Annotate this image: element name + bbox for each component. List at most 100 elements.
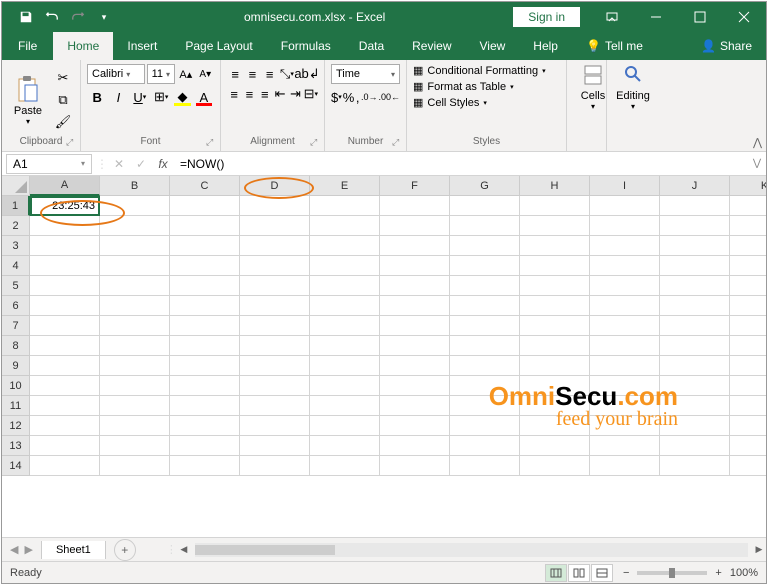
cell-D2[interactable]: [240, 216, 310, 236]
cell-I7[interactable]: [590, 316, 660, 336]
align-bottom-icon[interactable]: ≡: [262, 64, 278, 84]
cell-K4[interactable]: [730, 256, 766, 276]
horizontal-scrollbar[interactable]: [195, 543, 748, 557]
cell-K11[interactable]: [730, 396, 766, 416]
tab-home[interactable]: Home: [53, 32, 113, 60]
cell-I6[interactable]: [590, 296, 660, 316]
cell-D9[interactable]: [240, 356, 310, 376]
save-icon[interactable]: [14, 5, 38, 29]
cell-K8[interactable]: [730, 336, 766, 356]
cell-I11[interactable]: [590, 396, 660, 416]
cell-I14[interactable]: [590, 456, 660, 476]
align-right-icon[interactable]: ≡: [258, 84, 272, 104]
cell-G13[interactable]: [450, 436, 520, 456]
decrease-decimal-icon[interactable]: .00←: [378, 87, 400, 107]
cell-F5[interactable]: [380, 276, 450, 296]
ribbon-options-icon[interactable]: [590, 2, 634, 32]
merge-icon[interactable]: ⊟▾: [304, 84, 318, 104]
scroll-right-icon[interactable]: ▶: [752, 544, 766, 555]
tab-review[interactable]: Review: [398, 32, 465, 60]
increase-indent-icon[interactable]: ⇥: [288, 84, 302, 104]
cell-K9[interactable]: [730, 356, 766, 376]
conditional-formatting-button[interactable]: ▦Conditional Formatting▾: [413, 64, 560, 77]
cell-E10[interactable]: [310, 376, 380, 396]
formula-input[interactable]: =NOW(): [174, 154, 748, 174]
cell-H10[interactable]: [520, 376, 590, 396]
row-header-5[interactable]: 5: [2, 276, 30, 296]
clipboard-launcher[interactable]: ⤢: [66, 137, 78, 149]
cell-K10[interactable]: [730, 376, 766, 396]
cell-F8[interactable]: [380, 336, 450, 356]
row-header-10[interactable]: 10: [2, 376, 30, 396]
zoom-slider[interactable]: [637, 571, 707, 575]
cell-D13[interactable]: [240, 436, 310, 456]
cell-G3[interactable]: [450, 236, 520, 256]
percent-icon[interactable]: %: [343, 87, 355, 107]
cell-J6[interactable]: [660, 296, 730, 316]
cell-G4[interactable]: [450, 256, 520, 276]
cell-D3[interactable]: [240, 236, 310, 256]
cell-D8[interactable]: [240, 336, 310, 356]
cell-J3[interactable]: [660, 236, 730, 256]
cell-J1[interactable]: [660, 196, 730, 216]
cell-E12[interactable]: [310, 416, 380, 436]
cell-F7[interactable]: [380, 316, 450, 336]
cell-G2[interactable]: [450, 216, 520, 236]
font-launcher[interactable]: ⤢: [206, 137, 218, 149]
select-all-corner[interactable]: [2, 176, 30, 196]
cell-C12[interactable]: [170, 416, 240, 436]
cell-F9[interactable]: [380, 356, 450, 376]
cell-D12[interactable]: [240, 416, 310, 436]
cell-F1[interactable]: [380, 196, 450, 216]
underline-button[interactable]: U▾: [130, 87, 150, 107]
tab-formulas[interactable]: Formulas: [267, 32, 345, 60]
border-icon[interactable]: ⊞▾: [151, 87, 171, 107]
row-header-2[interactable]: 2: [2, 216, 30, 236]
cell-A8[interactable]: [30, 336, 100, 356]
cell-B11[interactable]: [100, 396, 170, 416]
cell-G1[interactable]: [450, 196, 520, 216]
cell-G5[interactable]: [450, 276, 520, 296]
cell-A4[interactable]: [30, 256, 100, 276]
cell-C4[interactable]: [170, 256, 240, 276]
currency-icon[interactable]: $▾: [331, 87, 342, 107]
cell-G12[interactable]: [450, 416, 520, 436]
align-top-icon[interactable]: ≡: [227, 64, 243, 84]
cell-E2[interactable]: [310, 216, 380, 236]
cell-B5[interactable]: [100, 276, 170, 296]
hscroll-thumb[interactable]: [195, 545, 335, 555]
col-header-I[interactable]: I: [590, 176, 660, 196]
row-header-11[interactable]: 11: [2, 396, 30, 416]
cell-G9[interactable]: [450, 356, 520, 376]
font-color-icon[interactable]: A: [194, 87, 214, 107]
minimize-button[interactable]: [634, 2, 678, 32]
name-box[interactable]: A1▾: [6, 154, 92, 174]
cell-E11[interactable]: [310, 396, 380, 416]
close-button[interactable]: [722, 2, 766, 32]
cell-J10[interactable]: [660, 376, 730, 396]
format-painter-icon[interactable]: 🖌: [52, 112, 74, 132]
col-header-K[interactable]: K: [730, 176, 766, 196]
undo-icon[interactable]: [40, 5, 64, 29]
row-header-13[interactable]: 13: [2, 436, 30, 456]
cell-C5[interactable]: [170, 276, 240, 296]
cell-D11[interactable]: [240, 396, 310, 416]
format-table-button[interactable]: ▦Format as Table▾: [413, 80, 560, 93]
maximize-button[interactable]: [678, 2, 722, 32]
col-header-G[interactable]: G: [450, 176, 520, 196]
col-header-E[interactable]: E: [310, 176, 380, 196]
cell-E3[interactable]: [310, 236, 380, 256]
cell-K7[interactable]: [730, 316, 766, 336]
cell-I12[interactable]: [590, 416, 660, 436]
cut-icon[interactable]: ✂: [52, 68, 74, 88]
row-header-6[interactable]: 6: [2, 296, 30, 316]
cell-D4[interactable]: [240, 256, 310, 276]
cell-K14[interactable]: [730, 456, 766, 476]
cell-E1[interactable]: [310, 196, 380, 216]
cell-B10[interactable]: [100, 376, 170, 396]
cell-E4[interactable]: [310, 256, 380, 276]
spreadsheet-grid[interactable]: ABCDEFGHIJK123:25:43234567891011121314: [2, 176, 766, 537]
cell-F13[interactable]: [380, 436, 450, 456]
page-break-view-icon[interactable]: [591, 564, 613, 582]
cell-C9[interactable]: [170, 356, 240, 376]
